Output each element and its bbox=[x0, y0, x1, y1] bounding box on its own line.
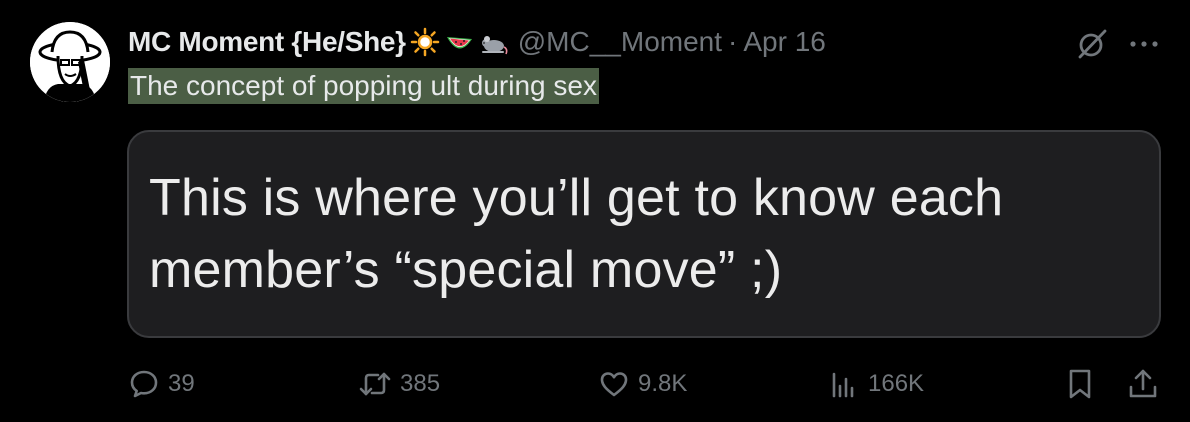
share-button[interactable] bbox=[1126, 364, 1160, 404]
avatar[interactable] bbox=[30, 22, 110, 102]
sun-emoji bbox=[410, 27, 440, 57]
top-right-actions bbox=[1074, 26, 1160, 62]
grok-icon[interactable] bbox=[1074, 26, 1110, 62]
author-display-name[interactable]: MC Moment {He/She} bbox=[128, 26, 406, 58]
more-options-icon[interactable] bbox=[1128, 39, 1160, 49]
rat-emoji bbox=[478, 27, 508, 57]
repost-button[interactable]: 385 bbox=[358, 364, 440, 404]
repost-icon bbox=[359, 372, 391, 396]
quote-card[interactable]: This is where you’ll get to know each me… bbox=[127, 130, 1161, 338]
action-bar: 39 385 9.8K 166K bbox=[128, 364, 1163, 404]
share-icon bbox=[1129, 369, 1157, 398]
tweet-text: The concept of popping ult during sex bbox=[128, 68, 599, 104]
reply-count: 39 bbox=[168, 370, 195, 397]
like-button[interactable]: 9.8K bbox=[598, 364, 687, 404]
reply-button[interactable]: 39 bbox=[128, 364, 195, 404]
views-count: 166K bbox=[868, 370, 925, 397]
bookmark-button[interactable] bbox=[1064, 364, 1096, 404]
watermelon-emoji bbox=[444, 27, 474, 57]
views-button[interactable]: 166K bbox=[828, 364, 924, 404]
tweet-header: MC Moment {He/She} @MC__Moment · Apr 16 bbox=[128, 22, 826, 62]
reply-icon bbox=[130, 370, 158, 398]
header-separator: · bbox=[728, 26, 738, 57]
author-handle[interactable]: @MC__Moment bbox=[518, 26, 722, 58]
bookmark-icon bbox=[1069, 369, 1091, 399]
like-icon bbox=[600, 372, 628, 397]
like-count: 9.8K bbox=[638, 370, 688, 397]
post-date[interactable]: Apr 16 bbox=[743, 26, 826, 58]
repost-count: 385 bbox=[400, 370, 441, 397]
views-icon bbox=[832, 372, 854, 398]
quote-text: This is where you’ll get to know each me… bbox=[149, 169, 1004, 299]
